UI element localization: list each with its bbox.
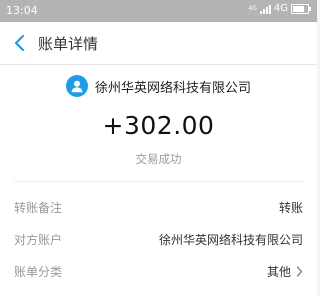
status-time: 13:04 bbox=[6, 4, 38, 17]
battery-icon bbox=[291, 3, 311, 14]
user-avatar-icon bbox=[65, 75, 88, 97]
bill-detail-card: 徐州华英网络科技有限公司 +302.00 交易成功 转账备注 转账 对方账户 徐… bbox=[0, 65, 317, 296]
detail-row-counterparty: 对方账户 徐州华英网络科技有限公司 bbox=[0, 228, 317, 250]
navigation-bar: 账单详情 bbox=[0, 22, 317, 65]
detail-label: 转账备注 bbox=[14, 201, 63, 215]
payee-name: 徐州华英网络科技有限公司 bbox=[94, 80, 251, 96]
page-title: 账单详情 bbox=[38, 35, 99, 53]
detail-label: 对方账户 bbox=[14, 233, 63, 247]
detail-value: 徐州华英网络科技有限公司 bbox=[158, 233, 303, 247]
detail-value: 其他 bbox=[266, 265, 291, 279]
detail-value: 转账 bbox=[278, 201, 303, 215]
network-small-label: 4G bbox=[248, 4, 257, 12]
payee-header: 徐州华英网络科技有限公司 bbox=[0, 75, 317, 97]
network-label: 4G bbox=[273, 3, 288, 14]
status-indicators: 4G 4G bbox=[248, 3, 311, 14]
signal-icon bbox=[259, 4, 271, 14]
divider bbox=[14, 181, 303, 182]
transaction-amount: +302.00 bbox=[102, 111, 215, 140]
detail-row-category[interactable]: 账单分类 其他 bbox=[0, 260, 317, 282]
back-arrow-icon[interactable] bbox=[12, 34, 28, 52]
chevron-right-icon bbox=[296, 266, 303, 277]
detail-label: 账单分类 bbox=[14, 265, 63, 279]
status-bar: 13:04 4G 4G bbox=[0, 0, 317, 22]
detail-row-remark: 转账备注 转账 bbox=[0, 196, 317, 218]
transaction-status: 交易成功 bbox=[135, 152, 182, 166]
